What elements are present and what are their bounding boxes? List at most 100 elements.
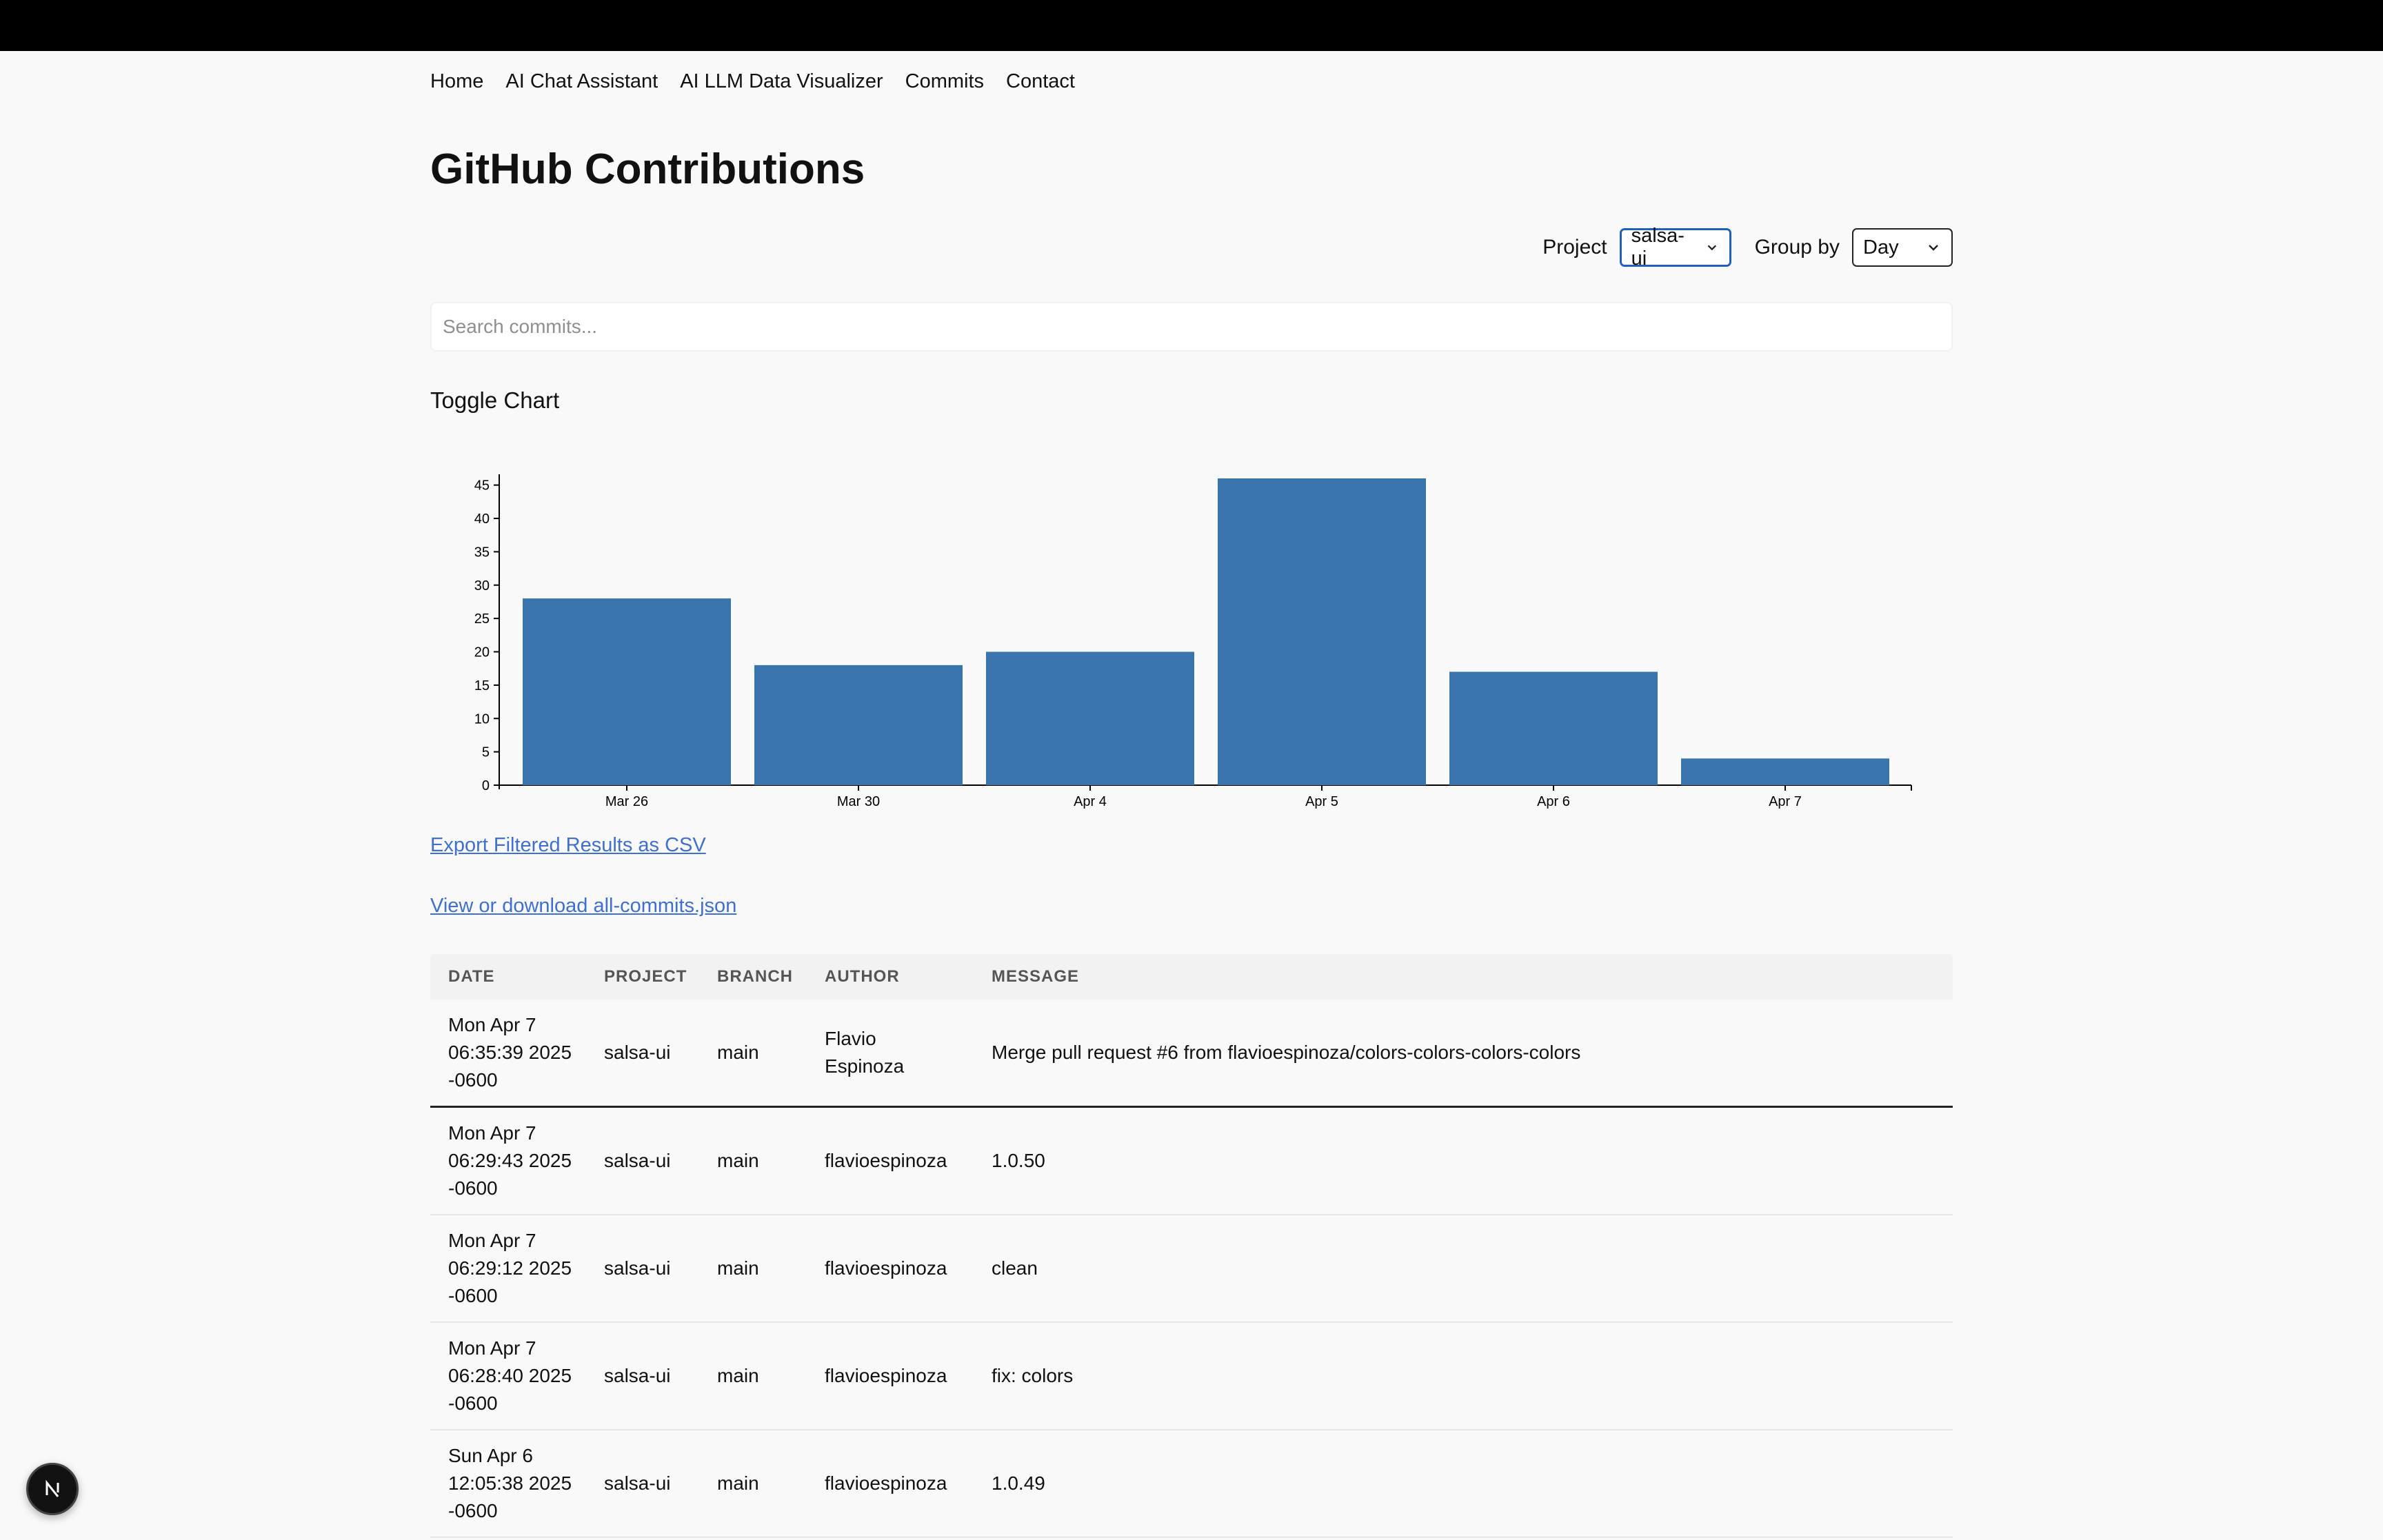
author-line: Flavio: [825, 1028, 876, 1049]
date-cell: Mon Apr 7 06:28:40 2025 -0600: [430, 1335, 604, 1417]
project-cell: salsa-ui: [604, 1150, 671, 1171]
project-select[interactable]: salsa-ui: [1619, 225, 1731, 270]
table-header: Date Project Branch Author Message: [430, 954, 1953, 1000]
author-line: flavioespinoza: [825, 1472, 947, 1494]
date-line: Sun Apr 6: [448, 1445, 533, 1466]
bar-apr-6: [1449, 671, 1658, 785]
table-row[interactable]: Mon Apr 7 06:28:40 2025 -0600 salsa-ui main f…: [430, 1323, 1953, 1430]
author-line: flavioespinoza: [825, 1257, 947, 1279]
date-line: Mon Apr 7: [448, 1122, 536, 1144]
y-tick-label: 40: [474, 511, 490, 527]
table-row[interactable]: Sun Apr 6 12:05:38 2025 -0600 salsa-ui main f…: [430, 1430, 1953, 1538]
date-line: -0600: [448, 1069, 498, 1091]
x-tick-label: Apr 5: [1305, 794, 1338, 809]
column-header-branch[interactable]: Branch: [717, 967, 825, 986]
date-line: -0600: [448, 1500, 498, 1521]
date-line: 06:29:43 2025: [448, 1150, 572, 1171]
date-line: -0600: [448, 1285, 498, 1306]
toggle-chart-button[interactable]: Toggle Chart: [430, 387, 559, 414]
table-row[interactable]: Mon Apr 7 06:29:12 2025 -0600 salsa-ui main f…: [430, 1215, 1953, 1323]
column-header-project[interactable]: Project: [604, 967, 717, 986]
chevron-down-icon: [1707, 245, 1716, 251]
table-row[interactable]: Mon Apr 7 06:29:43 2025 -0600 salsa-ui main f…: [430, 1108, 1953, 1215]
bar-mar-26: [523, 598, 731, 785]
project-cell: salsa-ui: [604, 1472, 671, 1494]
nextjs-dev-badge[interactable]: [26, 1463, 79, 1515]
date-line: -0600: [448, 1177, 498, 1199]
branch-cell: main: [717, 1042, 759, 1063]
project-cell: salsa-ui: [604, 1257, 671, 1279]
date-line: 12:05:38 2025: [448, 1472, 572, 1494]
y-tick-label: 10: [474, 711, 490, 727]
branch-cell: main: [717, 1257, 759, 1279]
group-by-select-value: Day: [1863, 236, 1899, 259]
y-tick-label: 30: [474, 578, 490, 594]
author-cell: flavioespinoza: [825, 1255, 992, 1282]
date-cell: Mon Apr 7 06:29:12 2025 -0600: [430, 1227, 604, 1310]
author-line: flavioespinoza: [825, 1365, 947, 1386]
author-cell: Flavio Espinoza: [825, 1025, 992, 1080]
project-cell: salsa-ui: [604, 1365, 671, 1386]
page-title: GitHub Contributions: [430, 145, 865, 193]
bar-apr-7: [1681, 758, 1889, 785]
table-row[interactable]: Mon Apr 7 06:35:39 2025 -0600 salsa-ui main F…: [430, 1000, 1953, 1108]
date-line: 06:29:12 2025: [448, 1257, 572, 1279]
chevron-down-icon: [1929, 245, 1938, 251]
branch-cell: main: [717, 1365, 759, 1386]
nav-commits-link[interactable]: Commits: [905, 70, 984, 93]
author-cell: flavioespinoza: [825, 1147, 992, 1175]
message-cell: 1.0.49: [992, 1472, 1045, 1494]
x-tick-label: Apr 4: [1074, 794, 1107, 809]
search-commits-input[interactable]: [430, 302, 1953, 352]
bar-apr-5: [1218, 478, 1426, 785]
date-line: -0600: [448, 1392, 498, 1414]
date-line: 06:35:39 2025: [448, 1042, 572, 1063]
y-tick-label: 45: [474, 478, 490, 494]
project-cell: salsa-ui: [604, 1042, 671, 1063]
nav-contact-link[interactable]: Contact: [1006, 70, 1075, 93]
project-label: Project: [1542, 236, 1607, 259]
nav-ai-llm-data-visualizer-link[interactable]: AI LLM Data Visualizer: [680, 70, 883, 93]
column-header-message[interactable]: Message: [992, 967, 1953, 986]
export-csv-link[interactable]: Export Filtered Results as CSV: [430, 834, 706, 857]
branch-cell: main: [717, 1472, 759, 1494]
author-line: Espinoza: [825, 1055, 905, 1077]
table-body: Mon Apr 7 06:35:39 2025 -0600 salsa-ui main F…: [430, 1000, 1953, 1538]
y-tick-label: 15: [474, 678, 490, 693]
download-json-link[interactable]: View or download all-commits.json: [430, 895, 736, 918]
x-tick-label: Apr 7: [1769, 794, 1802, 809]
y-tick-label: 5: [482, 745, 490, 760]
project-select-value: salsa-ui: [1631, 225, 1685, 270]
y-tick-label: 25: [474, 611, 490, 627]
browser-top-bar: [0, 0, 2383, 51]
y-tick-label: 35: [474, 545, 490, 560]
branch-cell: main: [717, 1150, 759, 1171]
date-line: Mon Apr 7: [448, 1230, 536, 1251]
message-cell: clean: [992, 1257, 1038, 1279]
bar-apr-4: [986, 651, 1194, 785]
group-by-label: Group by: [1754, 236, 1840, 259]
date-cell: Mon Apr 7 06:35:39 2025 -0600: [430, 1011, 604, 1094]
nextjs-logo-icon: [46, 1479, 59, 1497]
commits-bar-chart: 0 5 10 15 20 25 30 35 40 45 Mar 26 Mar 30 Apr 4 Apr 5…: [474, 474, 1912, 809]
nav-ai-chat-assistant-link[interactable]: AI Chat Assistant: [505, 70, 658, 93]
bar-mar-30: [754, 665, 963, 785]
date-line: Mon Apr 7: [448, 1014, 536, 1035]
author-cell: flavioespinoza: [825, 1362, 992, 1390]
x-tick-label: Apr 6: [1537, 794, 1570, 809]
date-cell: Mon Apr 7 06:29:43 2025 -0600: [430, 1119, 604, 1202]
date-line: Mon Apr 7: [448, 1337, 536, 1359]
y-tick-label: 20: [474, 645, 490, 660]
nav-home-link[interactable]: Home: [430, 70, 483, 93]
message-cell: fix: colors: [992, 1365, 1074, 1386]
column-header-date[interactable]: Date: [430, 967, 604, 986]
x-tick-label: Mar 26: [605, 794, 648, 809]
group-by-select[interactable]: Day: [1852, 228, 1953, 267]
filter-controls: Project salsa-ui Group by Day: [1542, 225, 1953, 270]
date-line: 06:28:40 2025: [448, 1365, 572, 1386]
message-cell: 1.0.50: [992, 1150, 1045, 1171]
column-header-author[interactable]: Author: [825, 967, 992, 986]
date-cell: Sun Apr 6 12:05:38 2025 -0600: [430, 1442, 604, 1525]
main-nav: Home AI Chat Assistant AI LLM Data Visua…: [430, 68, 1075, 95]
y-tick-label: 0: [482, 778, 490, 793]
